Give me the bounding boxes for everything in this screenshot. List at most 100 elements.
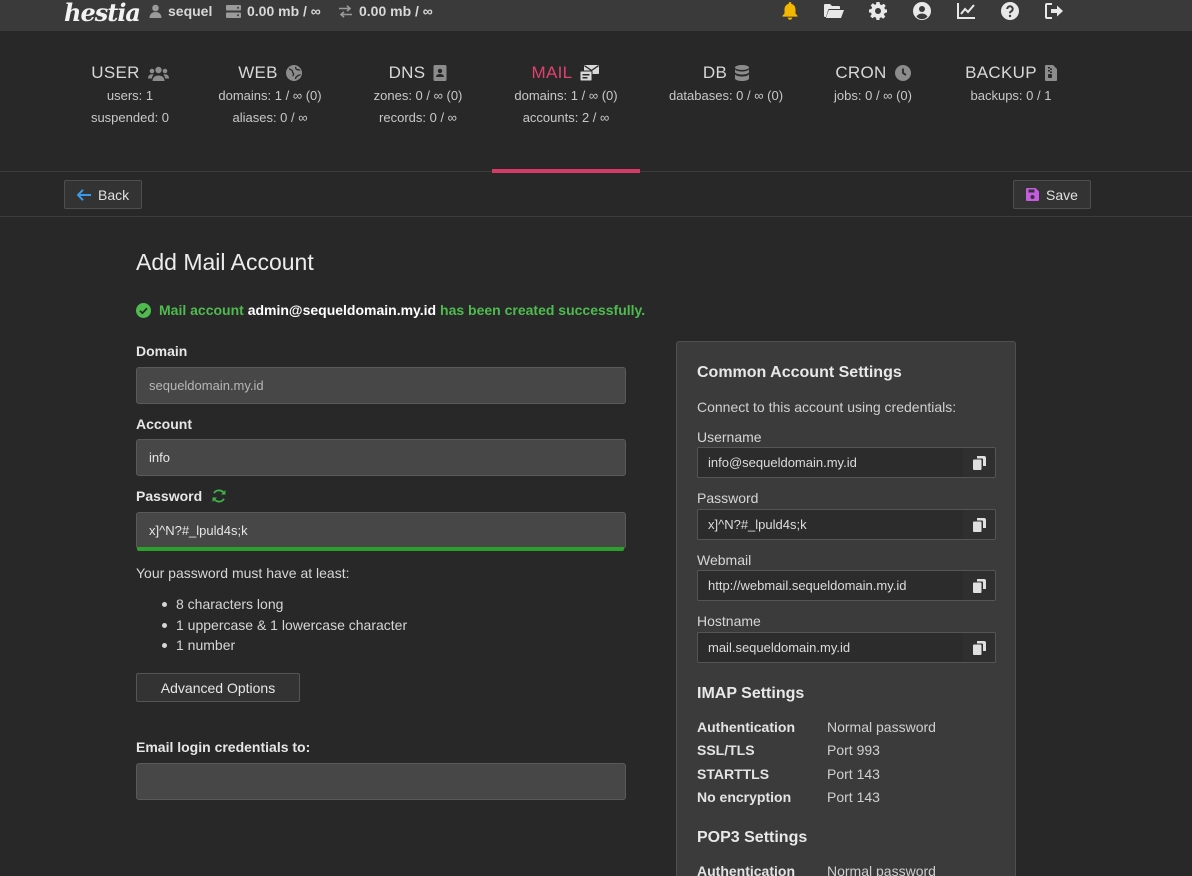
copy-username-button[interactable] (963, 447, 996, 478)
top-bar: hestia sequel 0.00 mb / ∞ 0.00 mb / ∞ (0, 0, 1192, 31)
tab-dns[interactable]: DNS zones: 0 / ∞ (0) records: 0 / ∞ (346, 31, 490, 172)
imap-row: STARTTLS Port 143 (697, 766, 997, 782)
email-credentials-field[interactable] (136, 763, 626, 800)
pop3-settings-title: POP3 Settings (697, 829, 808, 846)
copy-icon (972, 578, 986, 593)
tab-mail-stat-accounts: accounts: 2 / ∞ (522, 110, 610, 125)
pop3-key: Authentication (697, 863, 795, 876)
gear-icon[interactable] (856, 0, 900, 21)
email-credentials-label: Email login credentials to: (136, 739, 311, 755)
tab-mail-stat-domains: domains: 1 / ∞ (0) (514, 88, 618, 103)
alert-account-link[interactable]: admin@sequeldomain.my.id (248, 302, 436, 318)
tab-mail[interactable]: MAIL domains: 1 / ∞ (0) accounts: 2 / ∞ (492, 31, 640, 173)
check-circle-icon (136, 302, 151, 318)
help-icon[interactable] (988, 0, 1032, 21)
tab-web-label: WEB (238, 63, 278, 82)
database-icon (735, 65, 750, 81)
floppy-icon (1026, 188, 1039, 201)
password-requirements-title: Your password must have at least: (136, 565, 350, 581)
alert-prefix: Mail account (159, 302, 244, 318)
imap-row: SSL/TLS Port 993 (697, 742, 997, 758)
tab-db[interactable]: DB databases: 0 / ∞ (0) (648, 31, 804, 172)
common-settings-subtitle: Connect to this account using credential… (697, 399, 957, 415)
password-requirements-list: 8 characters long 1 uppercase & 1 lowerc… (160, 594, 407, 656)
advanced-options-button[interactable]: Advanced Options (136, 673, 300, 702)
top-actions (768, 0, 1076, 21)
folder-icon[interactable] (812, 0, 856, 21)
account-icon[interactable] (900, 0, 944, 21)
webmail-field[interactable]: http://webmail.sequeldomain.my.id (697, 570, 964, 601)
mail-icon (580, 65, 600, 81)
panel-password-field[interactable]: x]^N?#_lpuld4s;k (697, 509, 964, 540)
tab-mail-label: MAIL (531, 63, 573, 82)
imap-value: Port 143 (827, 789, 880, 805)
copy-webmail-button[interactable] (963, 570, 996, 601)
copy-icon (972, 517, 986, 532)
tab-dns-label: DNS (388, 63, 426, 82)
hestia-logo[interactable]: hestia (64, 0, 141, 27)
imap-settings-title: IMAP Settings (697, 685, 805, 702)
tab-dns-stat-records: records: 0 / ∞ (379, 110, 457, 125)
domain-field[interactable]: sequeldomain.my.id (136, 367, 626, 404)
bandwidth-icon (338, 4, 353, 18)
logout-icon[interactable] (1032, 0, 1076, 21)
imap-row: No encryption Port 143 (697, 789, 997, 805)
tab-dns-stat-zones: zones: 0 / ∞ (0) (373, 88, 463, 103)
back-button[interactable]: Back (64, 180, 143, 209)
tab-cron-stat-jobs: jobs: 0 / ∞ (0) (834, 88, 912, 103)
address-book-icon (433, 65, 447, 81)
tab-user-label: USER (91, 63, 140, 82)
tab-backup[interactable]: BACKUP backups: 0 / 1 (944, 31, 1078, 172)
tab-web[interactable]: WEB domains: 1 / ∞ (0) aliases: 0 / ∞ (198, 31, 342, 172)
tab-user-stat-suspended: suspended: 0 (90, 110, 170, 125)
tab-db-stat-databases: databases: 0 / ∞ (0) (668, 88, 784, 103)
requirement-item: 1 number (160, 635, 407, 656)
copy-hostname-button[interactable] (963, 632, 996, 663)
hostname-label: Hostname (697, 613, 761, 629)
tab-user[interactable]: USER users: 1 suspended: 0 (64, 31, 196, 172)
hostname-field[interactable]: mail.sequeldomain.my.id (697, 632, 964, 663)
imap-key: SSL/TLS (697, 742, 755, 758)
disk-usage-value: 0.00 mb / ∞ (247, 3, 321, 19)
imap-value: Port 993 (827, 742, 880, 758)
page-title: Add Mail Account (136, 249, 314, 275)
tab-cron[interactable]: CRON jobs: 0 / ∞ (0) (806, 31, 940, 172)
password-label: Password (136, 488, 203, 504)
tab-cron-label: CRON (835, 63, 887, 82)
top-disk-usage: 0.00 mb / ∞ (226, 3, 321, 19)
arrow-left-icon (77, 188, 91, 201)
imap-value: Port 143 (827, 766, 880, 782)
account-label: Account (136, 416, 192, 432)
disk-icon (226, 4, 241, 18)
webmail-label: Webmail (697, 552, 752, 568)
copy-icon (972, 640, 986, 655)
domain-label: Domain (136, 343, 188, 359)
pop3-row: Authentication Normal password (697, 863, 997, 876)
panel-password-label: Password (697, 490, 759, 506)
imap-value: Normal password (827, 719, 936, 735)
archive-icon (1044, 65, 1057, 81)
save-button[interactable]: Save (1013, 180, 1091, 209)
tab-backup-stat-backups: backups: 0 / 1 (970, 88, 1052, 103)
success-alert: Mail account admin@sequeldomain.my.id ha… (136, 302, 645, 318)
toolbar: Back Save (0, 172, 1192, 217)
pop3-value: Normal password (827, 863, 936, 876)
account-field[interactable]: info (136, 439, 626, 476)
imap-key: No encryption (697, 789, 792, 805)
imap-row: Authentication Normal password (697, 719, 997, 735)
bell-icon[interactable] (768, 0, 812, 21)
top-username: sequel (168, 3, 213, 19)
refresh-icon[interactable] (212, 489, 226, 503)
copy-password-button[interactable] (963, 509, 996, 540)
password-field[interactable]: x]^N?#_lpuld4s;k (136, 512, 626, 549)
account-settings-panel: Common Account Settings Connect to this … (676, 341, 1016, 876)
user-icon (149, 4, 162, 18)
username-field[interactable]: info@sequeldomain.my.id (697, 447, 964, 478)
bandwidth-usage-value: 0.00 mb / ∞ (359, 3, 433, 19)
stats-icon[interactable] (944, 0, 988, 21)
save-button-label: Save (1046, 186, 1078, 203)
top-user[interactable]: sequel (149, 3, 212, 19)
common-settings-title: Common Account Settings (697, 364, 902, 381)
tab-web-stat-aliases: aliases: 0 / ∞ (232, 110, 308, 125)
back-button-label: Back (98, 186, 130, 203)
